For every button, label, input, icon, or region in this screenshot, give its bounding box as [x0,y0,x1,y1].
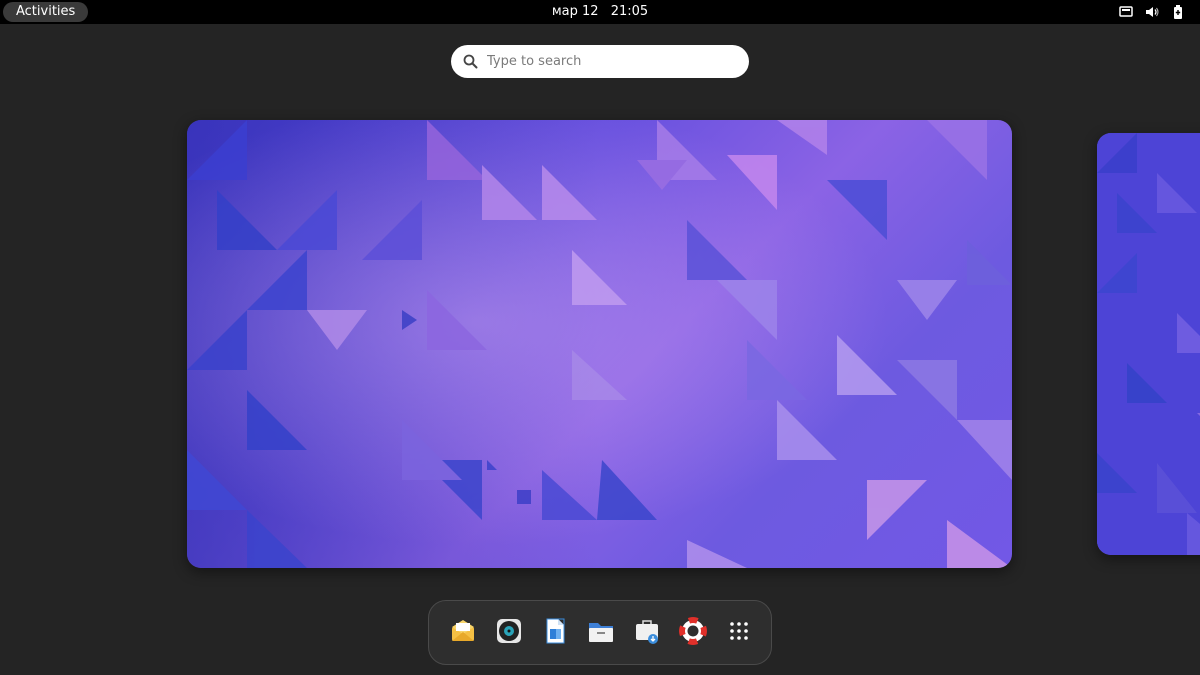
screen-icon [1118,4,1134,20]
volume-icon [1144,4,1160,20]
system-tray[interactable] [1118,0,1186,24]
clock: мар 12 21:05 [0,0,1200,24]
search-icon [463,54,478,69]
dash-app-writer[interactable] [535,613,575,653]
workspace-thumbnail-current[interactable] [187,120,1012,568]
clock-button[interactable]: мар 12 21:05 [546,0,654,24]
workspace-thumbnail-next[interactable] [1097,133,1200,555]
software-icon [633,617,661,649]
wallpaper [1097,133,1200,555]
music-player-icon [495,617,523,649]
wallpaper [187,120,1012,568]
dash-app-help[interactable] [673,613,713,653]
app-grid-icon [729,621,749,645]
clock-date: мар 12 [551,4,599,19]
top-bar: Activities мар 12 21:05 [0,0,1200,24]
dash-show-apps[interactable] [719,613,759,653]
dash-app-files[interactable] [581,613,621,653]
battery-icon [1170,4,1186,20]
help-lifebuoy-icon [678,616,708,649]
clock-time: 21:05 [610,4,649,19]
dash [428,600,772,665]
dash-app-mail[interactable] [443,613,483,653]
search-bar[interactable] [451,45,749,78]
dash-app-software[interactable] [627,613,667,653]
dash-app-music[interactable] [489,613,529,653]
document-writer-icon [541,617,569,649]
mail-icon [449,617,477,649]
files-icon [587,617,615,649]
search-input[interactable] [487,45,737,78]
